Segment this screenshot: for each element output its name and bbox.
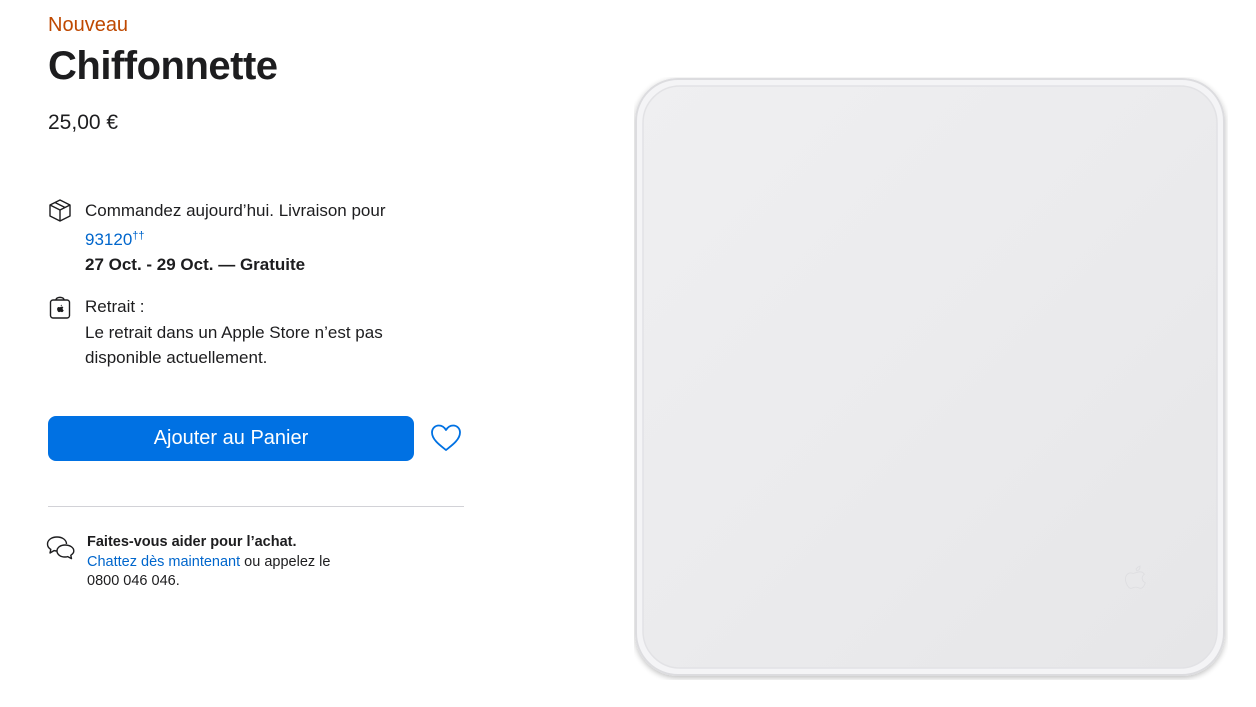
- pickup-text-line1: Le retrait dans un Apple Store n’est pas: [85, 322, 383, 342]
- or-call-text: ou appelez le: [240, 553, 331, 570]
- pickup-info: Retrait : Le retrait dans un Apple Store…: [48, 294, 448, 371]
- help-title: Faites-vous aider pour l’achat.: [87, 534, 297, 550]
- product-image: [634, 77, 1228, 680]
- new-badge: Nouveau: [48, 14, 129, 36]
- delivery-dates: 27 Oct. - 29 Oct. — Gratuite: [85, 255, 306, 274]
- help-contact-line: Chattez dès maintenant ou appelez le: [87, 553, 330, 573]
- pickup-label: Retrait :: [85, 297, 145, 316]
- chat-link[interactable]: Chattez dès maintenant: [87, 554, 240, 570]
- pickup-text-line2: disponible actuellement.: [85, 348, 268, 367]
- product-title: Chiffonnette: [48, 44, 278, 88]
- product-price: 25,00 €: [48, 111, 119, 134]
- delivery-line: Commandez aujourd’hui. Livraison pour: [85, 201, 386, 220]
- phone-number: 0800 046 046.: [87, 573, 180, 589]
- delivery-info: Commandez aujourd’hui. Livraison pour 93…: [48, 198, 448, 278]
- help-section: Faites-vous aider pour l’achat. Chattez …: [46, 533, 446, 592]
- chat-bubbles-icon: [46, 534, 76, 560]
- zip-marker: ††: [132, 229, 145, 242]
- zip-code[interactable]: 93120: [85, 230, 132, 249]
- divider: [48, 506, 464, 507]
- zip-link[interactable]: 93120††: [85, 224, 386, 253]
- apple-store-bag-icon: [48, 294, 72, 320]
- package-icon: [48, 198, 72, 224]
- add-to-bag-button[interactable]: Ajouter au Panier: [48, 416, 414, 461]
- heart-icon[interactable]: [429, 422, 463, 454]
